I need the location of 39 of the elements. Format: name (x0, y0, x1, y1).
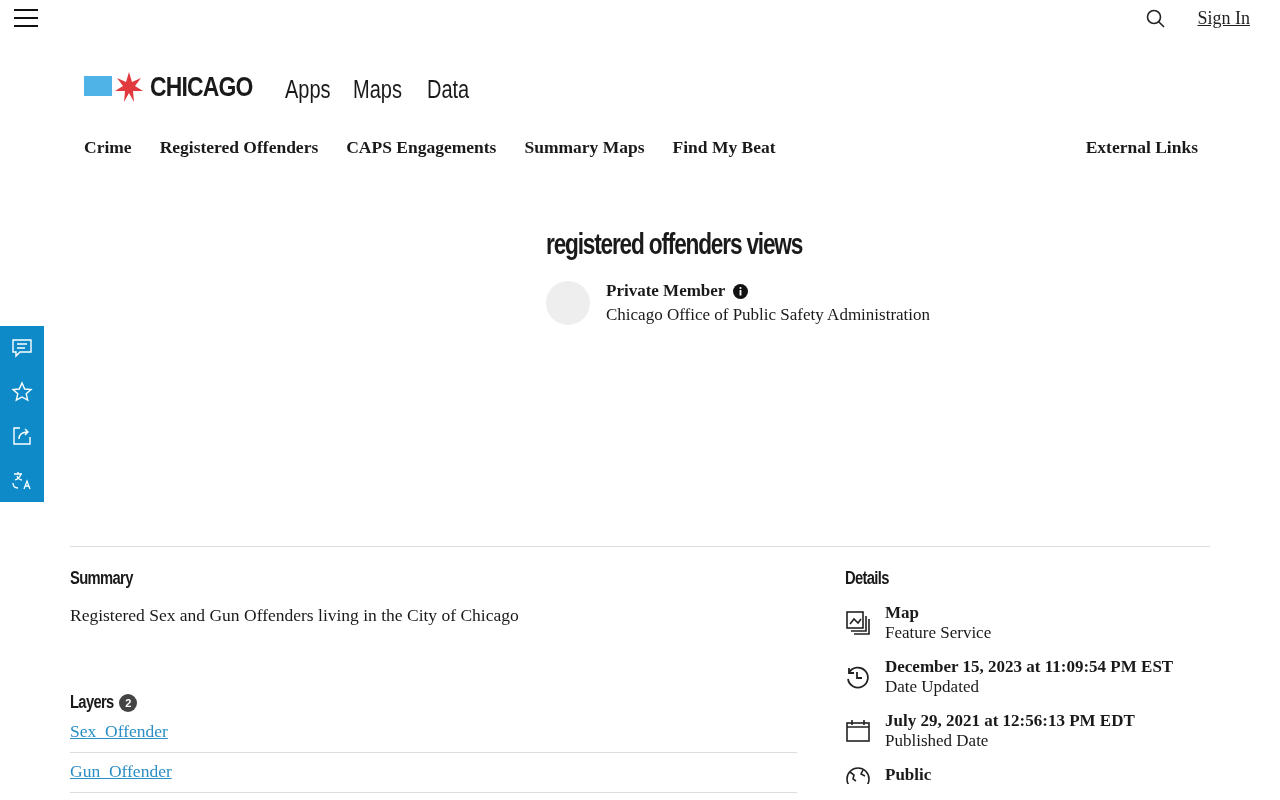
share-icon[interactable] (11, 425, 33, 447)
detail-label: Feature Service (885, 623, 992, 643)
nav-link[interactable]: Find My Beat (672, 137, 776, 158)
info-icon[interactable] (733, 283, 749, 299)
layer-link[interactable]: Sex_Offender (70, 721, 168, 741)
organization-name: Chicago Office of Public Safety Administration (606, 305, 931, 325)
sign-in-link[interactable]: Sign In (1197, 7, 1250, 29)
external-links-menu[interactable]: External Links (1085, 137, 1198, 158)
detail-label: Published Date (885, 731, 990, 751)
owner-name: Private Member (606, 281, 726, 301)
layers-heading: Layers (70, 692, 114, 713)
summary-text: Registered Sex and Gun Offenders living in the City of Chicago (70, 605, 520, 626)
globe-icon (845, 766, 871, 784)
logo-text[interactable]: CHICAGO (150, 71, 253, 103)
header-menu-link[interactable]: Apps (284, 75, 331, 104)
translate-icon[interactable] (11, 469, 33, 491)
layer-count-badge: 2 (119, 693, 138, 712)
search-icon[interactable] (1146, 8, 1166, 28)
nav-link[interactable]: Crime (84, 137, 132, 158)
summary-heading: Summary (70, 568, 133, 589)
nav-link[interactable]: CAPS Engagements (346, 137, 497, 158)
comment-icon[interactable] (11, 337, 33, 359)
detail-title: Public (885, 765, 932, 785)
nav-link[interactable]: Registered Offenders (159, 137, 319, 158)
menu-icon[interactable] (14, 9, 38, 27)
star-icon[interactable] (11, 381, 33, 403)
detail-title: Map (885, 603, 920, 623)
details-heading: Details (845, 568, 889, 589)
layer-link[interactable]: Gun_Offender (70, 761, 172, 781)
detail-label: Date Updated (885, 677, 980, 697)
item-title: registered offenders views (546, 228, 803, 261)
header-menu-link[interactable]: Data (426, 75, 469, 104)
nav-link[interactable]: Summary Maps (524, 137, 645, 158)
map-layers-icon (845, 610, 871, 636)
history-icon (845, 664, 871, 690)
header-menu-link[interactable]: Maps (353, 75, 403, 104)
detail-title: July 29, 2021 at 12:56:13 PM EDT (885, 711, 1135, 731)
calendar-icon (845, 718, 871, 744)
detail-title: December 15, 2023 at 11:09:54 PM EST (885, 657, 1174, 677)
